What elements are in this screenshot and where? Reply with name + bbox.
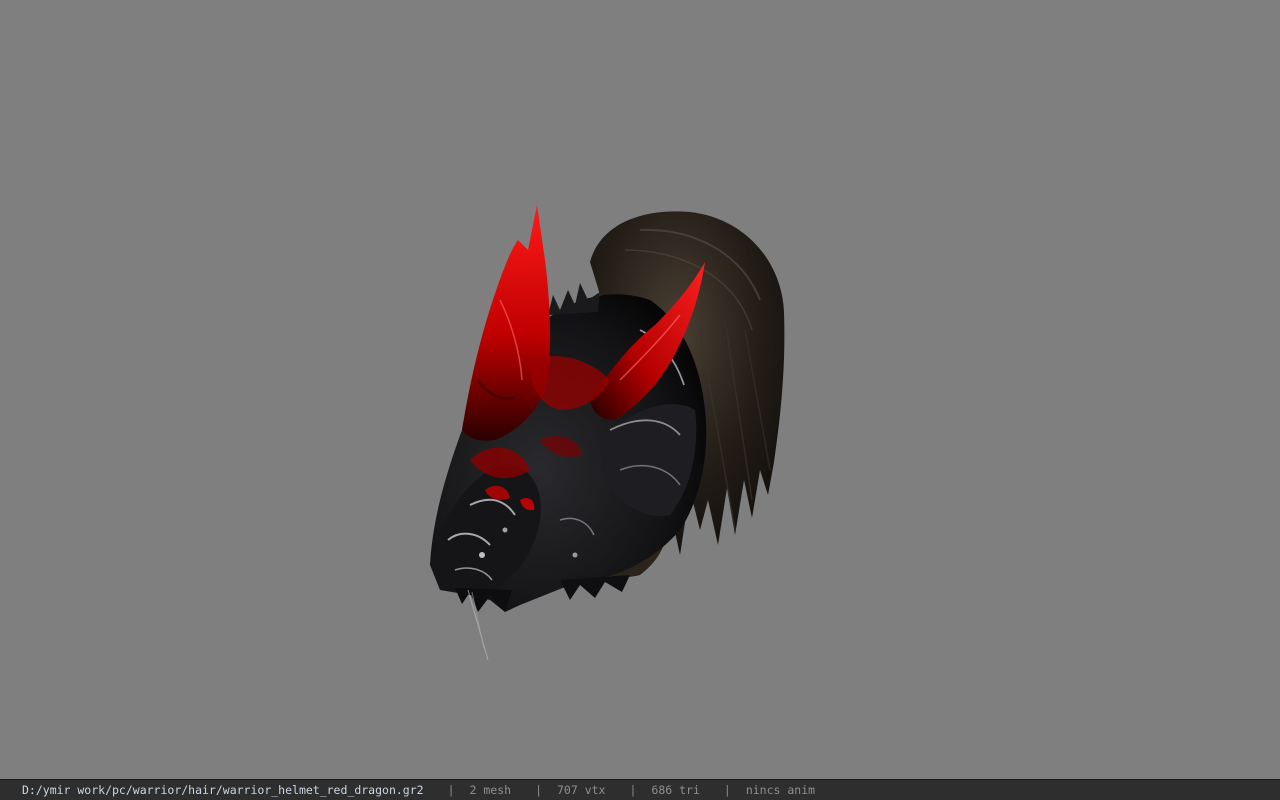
status-separator: | (447, 783, 455, 797)
mesh-count-label: 2 mesh (469, 783, 512, 797)
status-separator: | (535, 783, 542, 797)
helmet-model-render[interactable] (0, 0, 1280, 779)
3d-viewport[interactable] (0, 0, 1280, 779)
left-horn (462, 205, 551, 441)
status-bar: D:/ymir work/pc/warrior/hair/warrior_hel… (0, 779, 1280, 800)
animation-status-label: nincs anim (745, 783, 816, 797)
vertex-count-label: 707 vtx (557, 783, 606, 797)
file-path-label: D:/ymir work/pc/warrior/hair/warrior_hel… (22, 783, 424, 797)
triangle-count-label: 686 tri (651, 783, 700, 797)
status-separator: | (723, 783, 731, 797)
status-separator: | (629, 783, 637, 797)
